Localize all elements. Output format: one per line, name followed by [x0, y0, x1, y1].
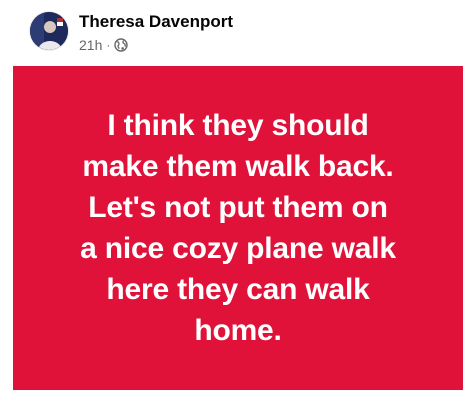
post-text-line: a nice cozy plane walk — [80, 232, 396, 265]
author-name[interactable]: Theresa Davenport — [79, 12, 233, 32]
globe-icon[interactable] — [114, 38, 129, 52]
post-text: I think they should make them walk back.… — [28, 105, 448, 351]
post-text-line: here they can walk — [106, 273, 370, 306]
post-text-line: make them walk back. — [82, 150, 394, 183]
meta-separator: · — [106, 38, 111, 52]
avatar-photo-icon — [30, 12, 68, 50]
post-text-line: Let's not put them on — [88, 191, 388, 224]
post-meta: 21h · — [79, 36, 129, 54]
post-text-line: I think they should — [107, 109, 369, 142]
post-header: Theresa Davenport 21h · — [0, 0, 475, 66]
author-avatar[interactable] — [30, 12, 68, 50]
post-text-line: home. — [194, 314, 282, 347]
facebook-post: Theresa Davenport 21h · I think they sho… — [0, 0, 475, 400]
post-timestamp[interactable]: 21h — [79, 37, 102, 53]
post-background-card: I think they should make them walk back.… — [13, 66, 463, 390]
